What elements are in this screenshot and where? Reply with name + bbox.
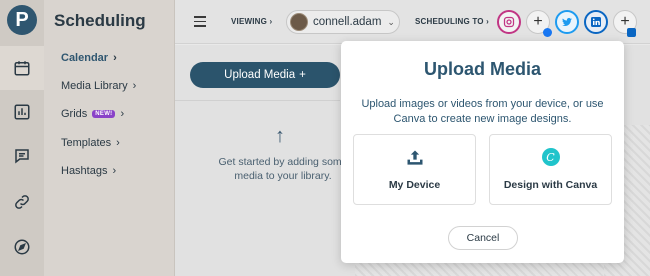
nav-item-hashtags[interactable]: Hashtags › — [61, 165, 116, 177]
discover-rail-button[interactable] — [0, 225, 44, 269]
username: connell.adam — [313, 16, 382, 28]
modal-title: Upload Media — [423, 59, 541, 79]
modal-description: Upload images or videos from your device… — [361, 98, 604, 125]
arrow-up-icon: ↑ — [275, 125, 285, 147]
canva-icon: C — [541, 148, 560, 166]
upload-media-modal: Upload Media Upload images or videos fro… — [341, 41, 624, 263]
instagram-account-button[interactable] — [497, 10, 521, 34]
linkedin-account-button[interactable] — [584, 10, 608, 34]
nav-item-calendar[interactable]: Calendar › — [61, 52, 117, 64]
empty-state-text: Get started by adding some media to your… — [218, 156, 348, 182]
chevron-right-icon: › — [116, 137, 120, 149]
compass-icon — [14, 239, 30, 255]
nav-item-label: Calendar — [61, 52, 109, 64]
scheduling-to-label: SCHEDULING TO › — [415, 17, 489, 26]
upload-media-label: Upload Media — [224, 69, 296, 81]
chevron-right-icon: › — [113, 52, 117, 64]
links-rail-button[interactable] — [0, 180, 44, 224]
dropzone-pattern — [355, 262, 604, 276]
linkedin-page-icon — [627, 28, 636, 37]
app-title: Scheduling — [54, 11, 146, 30]
facebook-icon — [543, 28, 552, 37]
link-icon — [15, 195, 29, 209]
messages-rail-button[interactable] — [0, 134, 44, 178]
divider — [175, 100, 340, 101]
chevron-right-icon: › — [112, 165, 117, 177]
nav-item-label: Media Library — [61, 80, 128, 92]
upload-icon — [405, 148, 425, 173]
nav-item-grids[interactable]: Grids NEW! › — [61, 108, 124, 120]
calendar-rail-button[interactable] — [0, 46, 44, 90]
top-bar: VIEWING › connell.adam ⌄ SCHEDULING TO ›… — [175, 0, 650, 44]
cancel-button[interactable]: Cancel — [448, 226, 518, 250]
icon-rail: P — [0, 0, 44, 276]
chat-icon — [15, 149, 29, 164]
design-with-canva-label: Design with Canva — [503, 179, 598, 191]
twitter-account-button[interactable] — [555, 10, 579, 34]
twitter-icon — [562, 17, 572, 27]
nav-item-label: Hashtags — [61, 165, 108, 177]
app-logo[interactable]: P — [7, 5, 37, 35]
nav-item-media-library[interactable]: Media Library › — [61, 80, 136, 92]
chevron-right-icon: › — [120, 108, 125, 120]
nav-item-label: Templates — [61, 137, 112, 149]
my-device-option[interactable]: My Device — [353, 134, 476, 205]
nav-item-templates[interactable]: Templates › — [61, 137, 120, 149]
chevron-down-icon: ⌄ — [387, 16, 395, 27]
analytics-rail-button[interactable] — [0, 90, 44, 134]
design-with-canva-option[interactable]: C Design with Canva — [489, 134, 612, 205]
chevron-right-icon: › — [132, 80, 137, 92]
calendar-icon — [14, 61, 30, 76]
instagram-icon — [503, 16, 515, 28]
menu-icon[interactable] — [194, 16, 206, 30]
bar-chart-icon — [14, 104, 30, 120]
side-nav: Scheduling Calendar › Media Library › Gr… — [44, 0, 175, 276]
plus-icon: + — [299, 69, 306, 81]
linkedin-icon — [591, 17, 601, 27]
my-device-label: My Device — [388, 179, 441, 191]
upload-media-button[interactable]: Upload Media + — [190, 62, 340, 88]
avatar — [290, 13, 308, 31]
account-selector[interactable]: connell.adam ⌄ — [286, 10, 400, 34]
nav-item-label: Grids — [61, 108, 88, 120]
viewing-label: VIEWING › — [231, 17, 273, 26]
new-badge: NEW! — [92, 110, 116, 118]
